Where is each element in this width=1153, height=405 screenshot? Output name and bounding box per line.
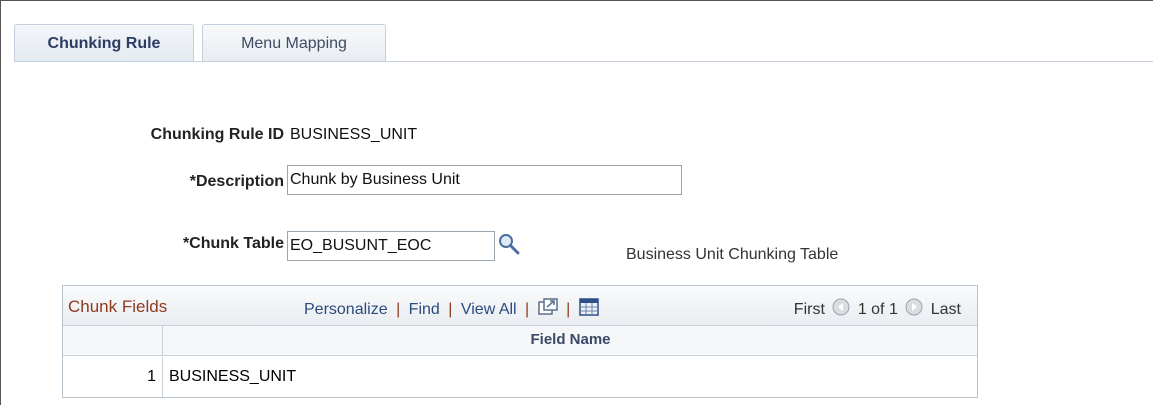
separator: | [448, 301, 453, 318]
grid-nav-links: Personalize | Find | View All | | [304, 298, 599, 321]
chunking-rule-id-value: BUSINESS_UNIT [290, 126, 418, 143]
row-number: 1 [63, 357, 163, 397]
chunk-fields-grid: Chunk Fields Personalize | Find | View A… [62, 285, 978, 398]
chunk-table-description: Business Unit Chunking Table [626, 246, 839, 263]
chunk-table-label: *Chunk Table [182, 235, 284, 252]
description-label: *Description [189, 173, 284, 190]
find-link[interactable]: Find [409, 301, 440, 318]
separator: | [396, 301, 401, 318]
grid-pager: First 1 of 1 Last [794, 298, 961, 321]
chunking-rule-id-label: Chunking Rule ID [150, 126, 284, 143]
tab-divider [14, 61, 1153, 62]
magnifier-icon[interactable] [497, 232, 521, 256]
field-name-header[interactable]: Field Name [164, 331, 977, 348]
personalize-link[interactable]: Personalize [304, 301, 388, 318]
table-row: 1 BUSINESS_UNIT [63, 357, 977, 397]
grid-title: Chunk Fields [68, 297, 168, 316]
page-range: 1 of 1 [857, 301, 898, 318]
arrow-right-icon[interactable] [905, 298, 923, 321]
spreadsheet-icon[interactable] [578, 298, 599, 321]
last-label: Last [930, 301, 961, 318]
chunk-table-input[interactable] [287, 231, 495, 261]
first-label: First [793, 301, 825, 318]
description-input[interactable] [287, 165, 682, 195]
tab-bar: Chunking Rule Menu Mapping [0, 0, 1153, 62]
grid-header: Chunk Fields Personalize | Find | View A… [63, 286, 977, 326]
view-all-link[interactable]: View All [461, 301, 517, 318]
tab-menu-mapping[interactable]: Menu Mapping [202, 24, 386, 62]
separator: | [525, 301, 530, 318]
separator: | [566, 301, 571, 318]
rownum-header-cell [63, 326, 163, 355]
new-window-icon[interactable] [537, 298, 558, 321]
field-name-cell: BUSINESS_UNIT [169, 368, 297, 385]
grid-column-header: Field Name [63, 326, 977, 356]
arrow-left-icon[interactable] [832, 298, 850, 321]
tab-chunking-rule[interactable]: Chunking Rule [14, 24, 194, 62]
